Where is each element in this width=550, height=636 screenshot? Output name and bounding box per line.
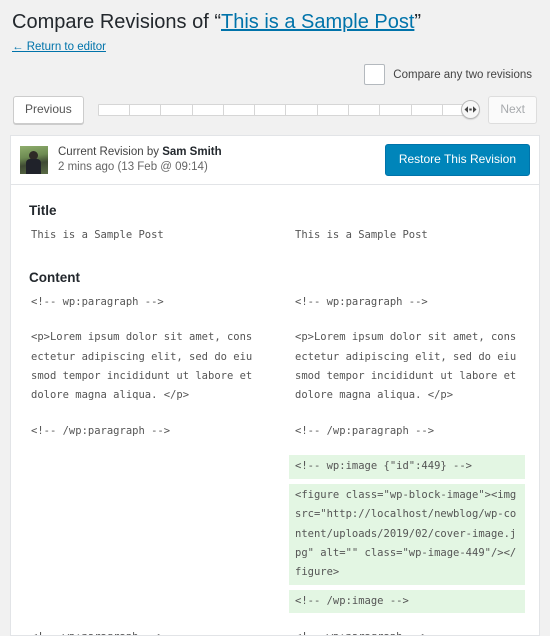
diff-code-left xyxy=(25,455,261,459)
slider-tick xyxy=(380,105,412,116)
slider-tick xyxy=(349,105,381,116)
diff-cell-left xyxy=(11,455,275,483)
slider-handle[interactable] xyxy=(461,100,481,120)
compare-two-revisions-label: Compare any two revisions xyxy=(393,68,532,81)
diff-code-left xyxy=(25,590,261,594)
diff-cell-right: <!-- /wp:paragraph --> xyxy=(275,420,539,455)
table-row: <!-- wp:image {"id":449} --> xyxy=(11,455,539,483)
diff-cell-right: <figure class="wp-block-image"><img src=… xyxy=(275,483,539,590)
table-row: <!-- /wp:paragraph --> <!-- /wp:paragrap… xyxy=(11,420,539,455)
page-title: Compare Revisions of “This is a Sample P… xyxy=(10,0,540,37)
close-quote: ” xyxy=(414,11,422,33)
diff-cell-left: This is a Sample Post xyxy=(11,224,275,247)
revisions-page: Compare Revisions of “This is a Sample P… xyxy=(0,0,550,636)
table-row: This is a Sample Post This is a Sample P… xyxy=(11,224,539,247)
diff-cell-left xyxy=(11,484,275,590)
post-title-link[interactable]: This is a Sample Post xyxy=(221,11,414,33)
return-to-editor-link[interactable]: ← Return to editor xyxy=(12,40,106,53)
table-row: <figure class="wp-block-image"><img src=… xyxy=(11,483,539,590)
diff-cell-left: <!-- wp:paragraph --> xyxy=(11,291,275,326)
diff-cell-right: This is a Sample Post xyxy=(275,224,539,247)
diff-section-title-title: Title xyxy=(29,203,57,219)
table-row: <!-- wp:paragraph --> <!-- wp:paragraph … xyxy=(11,291,539,326)
diff-cell-right: <!-- /wp:image --> xyxy=(275,589,539,618)
table-row: <!-- /wp:image --> xyxy=(11,589,539,618)
slider-tick xyxy=(130,105,162,116)
compare-two-revisions-checkbox[interactable] xyxy=(364,64,386,85)
slider-tick xyxy=(161,105,193,116)
open-quote: “ xyxy=(214,11,221,33)
diff-code-left xyxy=(25,484,261,488)
diff-cell-right: <!-- wp:paragraph --> xyxy=(275,618,539,635)
revision-time-ago: 2 mins ago xyxy=(58,161,115,174)
diff-code-left: This is a Sample Post xyxy=(31,229,164,242)
diff-code-left: <!-- wp:paragraph --> xyxy=(31,295,164,308)
revision-slider-row: Previous Next xyxy=(10,96,540,125)
next-button[interactable]: Next xyxy=(488,96,537,125)
diff-code-left: <!-- wp:paragraph --> xyxy=(25,626,261,635)
revision-byline: Current Revision by Sam Smith xyxy=(58,145,385,161)
previous-button[interactable]: Previous xyxy=(13,96,84,125)
slider-tick xyxy=(99,105,130,116)
diff-cell-right: <!-- wp:paragraph --> xyxy=(275,291,539,326)
diff-code-right: <p>Lorem ipsum dolor sit amet, consectet… xyxy=(295,331,523,402)
slider-tick xyxy=(286,105,318,116)
diff-cell-left: <!-- /wp:paragraph --> xyxy=(11,420,275,455)
slider-ticks xyxy=(97,104,475,117)
slider-tick xyxy=(255,105,287,116)
restore-this-revision-button[interactable]: Restore This Revision xyxy=(384,144,530,177)
revision-meta-text: Current Revision by Sam Smith 2 mins ago… xyxy=(58,145,385,176)
diff-code-left: <p>Lorem ipsum dolor sit amet, consectet… xyxy=(31,331,259,402)
revision-meta-bar: Current Revision by Sam Smith 2 mins ago… xyxy=(10,135,540,185)
table-row: <p>Lorem ipsum dolor sit amet, consectet… xyxy=(11,326,539,420)
author-avatar xyxy=(20,146,48,175)
diff-code-right-added: <figure class="wp-block-image"><img src=… xyxy=(289,483,525,585)
slider-tick xyxy=(412,105,443,116)
diff-cell-right: <!-- wp:image {"id":449} --> xyxy=(275,455,539,483)
diff-section-title-content: Content xyxy=(29,269,80,285)
revision-byline-prefix: Current Revision by xyxy=(58,145,163,158)
diff-code-right: <!-- /wp:paragraph --> xyxy=(295,424,435,437)
revision-time: 2 mins ago (13 Feb @ 09:14) xyxy=(58,160,385,176)
slider-tick xyxy=(318,105,350,116)
table-row: <!-- wp:paragraph --> <!-- wp:paragraph … xyxy=(11,618,539,635)
revision-timestamp: (13 Feb @ 09:14) xyxy=(117,161,208,174)
content-diff-table: <!-- wp:paragraph --> <!-- wp:paragraph … xyxy=(11,291,539,635)
slider-tick xyxy=(224,105,256,116)
diff-code-right: This is a Sample Post xyxy=(295,229,428,242)
diff-code-right-added: <!-- /wp:image --> xyxy=(289,589,525,614)
revision-author: Sam Smith xyxy=(162,145,222,158)
compare-two-revisions-row: Compare any two revisions xyxy=(10,64,532,85)
left-right-arrows-icon xyxy=(464,105,477,114)
slider-tick xyxy=(193,105,224,116)
diff-cell-left: <!-- wp:paragraph --> xyxy=(11,618,275,635)
content-diff-body: <!-- wp:paragraph --> <!-- wp:paragraph … xyxy=(11,291,539,635)
diff-code-right: <!-- wp:paragraph --> xyxy=(289,626,525,635)
title-diff-table: This is a Sample Post This is a Sample P… xyxy=(11,224,539,247)
diff-cell-left: <p>Lorem ipsum dolor sit amet, consectet… xyxy=(11,326,275,420)
diff-cell-right: <p>Lorem ipsum dolor sit amet, consectet… xyxy=(275,326,539,420)
revision-slider[interactable] xyxy=(97,100,481,120)
diff-code-left: <!-- /wp:paragraph --> xyxy=(31,424,171,437)
diff-panel: Title This is a Sample Post This is a Sa… xyxy=(10,184,540,636)
page-title-prefix: Compare Revisions of xyxy=(12,11,215,33)
diff-code-right: <!-- wp:paragraph --> xyxy=(295,295,428,308)
diff-cell-left xyxy=(11,590,275,618)
diff-code-right-added: <!-- wp:image {"id":449} --> xyxy=(289,455,525,479)
title-diff-body: This is a Sample Post This is a Sample P… xyxy=(11,224,539,247)
